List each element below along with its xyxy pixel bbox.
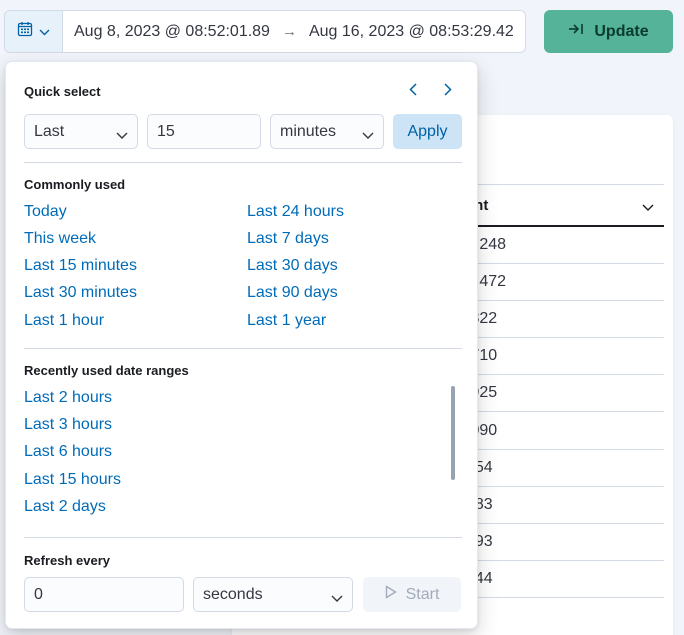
chevron-down-icon	[331, 590, 343, 608]
quantity-input[interactable]: 15	[147, 114, 261, 149]
arrow-right-icon: →	[281, 23, 297, 40]
play-icon	[385, 585, 397, 604]
top-bar: Aug 8, 2023 @ 08:52:01.89 → Aug 16, 2023…	[0, 0, 684, 62]
quantity-value: 15	[157, 122, 175, 140]
quick-select-title: Quick select	[24, 84, 101, 99]
previous-button[interactable]	[403, 82, 423, 102]
start-label: Start	[405, 585, 440, 603]
start-date-button[interactable]: Aug 8, 2023 @ 08:52:01.89	[74, 23, 270, 41]
quick-select-popover: Quick select Last 15 minutes Apply Commo…	[5, 61, 478, 629]
update-button[interactable]: Update	[544, 10, 673, 53]
start-button[interactable]: Start	[363, 577, 461, 612]
divider	[24, 537, 462, 538]
commonly-used-link[interactable]: Last 90 days	[247, 284, 338, 302]
end-date-button[interactable]: Aug 16, 2023 @ 08:53:29.42	[309, 23, 514, 41]
chevron-down-icon	[362, 127, 374, 145]
update-label: Update	[594, 22, 649, 40]
next-button[interactable]	[438, 82, 458, 102]
commonly-used-link[interactable]: Last 24 hours	[247, 203, 344, 221]
chevron-right-icon	[444, 83, 452, 101]
quick-select-toggle[interactable]	[5, 11, 63, 52]
refresh-title: Refresh every	[24, 553, 110, 568]
refresh-interval-value: 0	[34, 585, 43, 603]
recently-used-scrollbar[interactable]	[451, 386, 455, 480]
chevron-left-icon	[409, 83, 417, 101]
recent-range-link[interactable]: Last 2 days	[24, 498, 106, 516]
chevron-down-icon[interactable]	[642, 199, 654, 217]
chevron-down-icon	[116, 127, 128, 145]
commonly-used-link[interactable]: Last 1 hour	[24, 312, 104, 330]
super-date-picker: Aug 8, 2023 @ 08:52:01.89 → Aug 16, 2023…	[4, 10, 526, 53]
unit-select[interactable]: minutes	[270, 114, 384, 149]
chevron-down-icon	[39, 23, 50, 41]
commonly-used-link[interactable]: This week	[24, 230, 96, 248]
refresh-unit-select[interactable]: seconds	[193, 577, 353, 612]
recent-range-link[interactable]: Last 6 hours	[24, 443, 112, 461]
commonly-used-link[interactable]: Last 15 minutes	[24, 257, 137, 275]
divider	[24, 162, 462, 163]
refresh-arrow-icon	[568, 22, 584, 41]
commonly-used-link[interactable]: Last 30 days	[247, 257, 338, 275]
direction-select[interactable]: Last	[24, 114, 138, 149]
commonly-used-link[interactable]: Last 1 year	[247, 312, 326, 330]
recent-range-link[interactable]: Last 15 hours	[24, 471, 121, 489]
direction-value: Last	[34, 122, 65, 140]
recent-range-link[interactable]: Last 3 hours	[24, 416, 112, 434]
recently-used-title: Recently used date ranges	[24, 363, 189, 378]
recent-range-link[interactable]: Last 2 hours	[24, 389, 112, 407]
commonly-used-title: Commonly used	[24, 177, 126, 192]
refresh-interval-input[interactable]: 0	[24, 577, 184, 612]
calendar-icon	[17, 21, 33, 42]
divider	[24, 348, 462, 349]
commonly-used-link[interactable]: Last 7 days	[247, 230, 329, 248]
refresh-unit-value: seconds	[203, 585, 263, 603]
commonly-used-link[interactable]: Last 30 minutes	[24, 284, 137, 302]
date-range: Aug 8, 2023 @ 08:52:01.89 → Aug 16, 2023…	[63, 11, 525, 52]
apply-button[interactable]: Apply	[393, 114, 462, 149]
unit-value: minutes	[280, 122, 337, 140]
commonly-used-link[interactable]: Today	[24, 203, 67, 221]
